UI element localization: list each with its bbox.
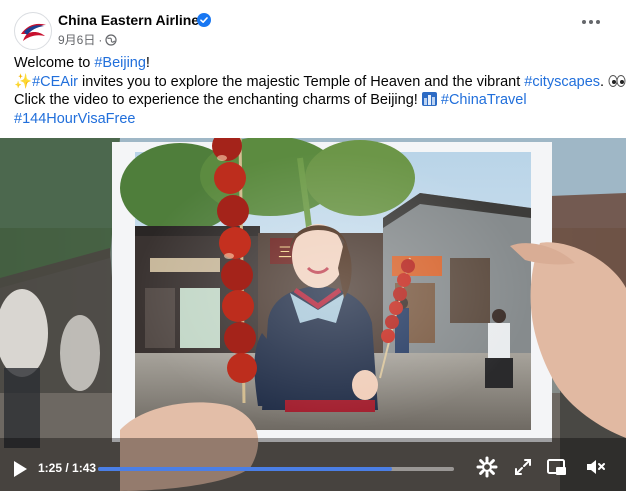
hashtag-chinatravel[interactable]: #ChinaTravel bbox=[441, 92, 527, 108]
page-name[interactable]: China Eastern Airlines bbox=[58, 12, 207, 28]
pip-icon[interactable] bbox=[546, 456, 568, 478]
video-progress-fill bbox=[98, 467, 392, 471]
caption-text: Welcome to bbox=[14, 55, 95, 71]
hashtag-beijing[interactable]: #Beijing bbox=[94, 55, 146, 71]
more-options-button[interactable] bbox=[576, 12, 606, 32]
hashtag-144hourvisafree[interactable]: #144HourVisaFree bbox=[14, 111, 135, 127]
swallow-logo-icon bbox=[16, 14, 50, 48]
volume-icon[interactable] bbox=[584, 456, 606, 478]
caption-text: . bbox=[600, 73, 605, 90]
verified-badge-icon bbox=[197, 13, 211, 27]
video-time: 1:25 / 1:43 bbox=[38, 461, 97, 475]
caption-line-4: #144HourVisaFree bbox=[14, 110, 614, 129]
play-icon[interactable] bbox=[12, 460, 28, 478]
hashtag-cityscapes[interactable]: #cityscapes bbox=[524, 74, 600, 90]
meta-separator: · bbox=[98, 32, 103, 47]
sparkles-icon: ✨ bbox=[14, 73, 33, 90]
city-icon bbox=[421, 92, 437, 106]
dot-icon bbox=[582, 20, 586, 24]
globe-icon bbox=[105, 33, 117, 46]
post-date[interactable]: 9月6日 bbox=[58, 31, 95, 48]
post-meta: 9月6日 · bbox=[58, 31, 117, 48]
facebook-post: China Eastern Airlines 9月6日 · Welcome to… bbox=[0, 0, 626, 491]
fullscreen-icon[interactable] bbox=[512, 456, 534, 478]
caption-line-1: Welcome to #Beijing! bbox=[14, 54, 614, 73]
caption-text: invites you to explore the majestic Temp… bbox=[78, 73, 525, 90]
caption-text: Click the video to experience the enchan… bbox=[14, 92, 418, 108]
dot-icon bbox=[596, 20, 600, 24]
video-player[interactable]: 三 水 bbox=[0, 138, 626, 491]
caption-line-3: Click the video to experience the enchan… bbox=[14, 91, 614, 110]
video-frame-image: 三 水 bbox=[0, 138, 626, 491]
settings-icon[interactable] bbox=[476, 456, 498, 478]
caption-line-2: ✨#CEAir invites you to explore the majes… bbox=[14, 73, 626, 92]
video-progress-bar[interactable] bbox=[98, 467, 454, 471]
china-eastern-logo-avatar[interactable] bbox=[14, 12, 52, 50]
post-caption: Welcome to #Beijing! ✨#CEAir invites you… bbox=[14, 54, 626, 129]
hashtag-ceair[interactable]: #CEAir bbox=[32, 74, 78, 90]
eyes-icon bbox=[608, 74, 626, 87]
dot-icon bbox=[589, 20, 593, 24]
caption-text: ! bbox=[145, 55, 150, 71]
